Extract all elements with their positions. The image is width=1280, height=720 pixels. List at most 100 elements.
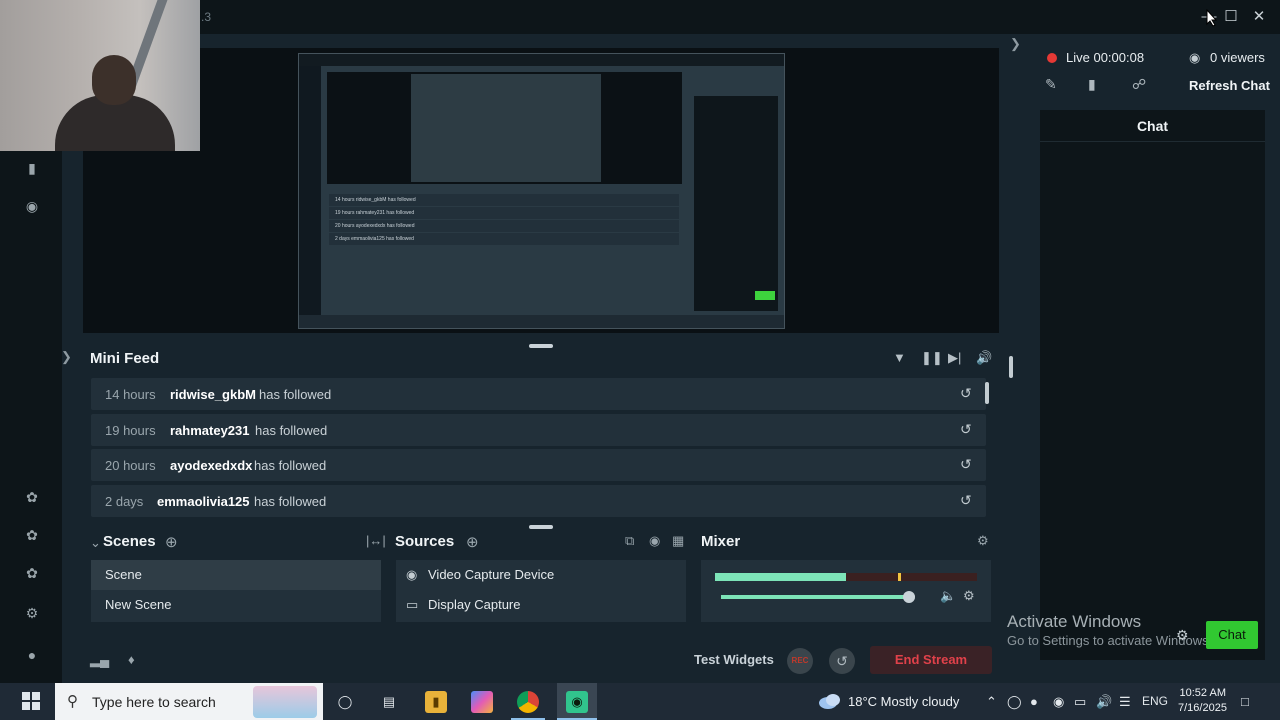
- speaker-icon[interactable]: 🔈: [940, 588, 956, 604]
- taskbar-search[interactable]: ⚲ Type here to search: [55, 683, 323, 720]
- scene-item[interactable]: New Scene: [91, 590, 381, 620]
- close-icon[interactable]: ✕: [1250, 8, 1268, 26]
- feed-time: 2 days: [105, 493, 144, 509]
- streamlabs-icon[interactable]: ◉: [566, 691, 588, 713]
- collapse-right-panel-icon[interactable]: ❯: [1010, 36, 1021, 52]
- cortana-icon[interactable]: ◯: [334, 691, 356, 713]
- mixer-panel: 🔈 ⚙: [701, 560, 991, 622]
- weather-cloud-icon: [819, 694, 840, 709]
- source-group-icon[interactable]: ⧉: [625, 533, 634, 549]
- notification-center-icon[interactable]: □: [1241, 694, 1249, 709]
- record-clip-icon[interactable]: ▮: [1088, 76, 1096, 93]
- feed-action: has followed: [254, 458, 327, 473]
- pause-icon[interactable]: ❚❚: [921, 350, 943, 366]
- add-scene-icon[interactable]: ⊕: [165, 533, 178, 551]
- wifi-icon[interactable]: ☰: [1119, 694, 1131, 710]
- feed-action: has followed: [255, 422, 328, 438]
- feed-list-scrollbar[interactable]: [985, 382, 989, 404]
- sources-panel: ◉ Video Capture Device ▭ Display Capture: [396, 560, 686, 622]
- themes-icon[interactable]: ◉: [22, 196, 42, 216]
- end-stream-button[interactable]: End Stream: [870, 646, 992, 674]
- bottom-dock: ⌄ Scenes ⊕ |↔| Sources ⊕ ⧉ ◉ ▦ Mixer ⚙ S…: [76, 528, 998, 638]
- scenes-panel: Scene New Scene: [91, 560, 381, 622]
- show-hidden-icons-icon[interactable]: ⌃: [986, 694, 997, 710]
- refresh-chat-button[interactable]: Refresh Chat: [1189, 78, 1270, 93]
- camera-tray-icon[interactable]: ◉: [1053, 694, 1064, 710]
- source-item[interactable]: ▭ Display Capture: [396, 590, 686, 620]
- volume-slider-knob[interactable]: [903, 591, 915, 603]
- mouse-cursor-icon: [1206, 9, 1218, 27]
- replay-buffer-button[interactable]: ↺: [829, 648, 855, 674]
- editor-icon[interactable]: ▮: [22, 158, 42, 178]
- live-timer: Live 00:00:08: [1066, 50, 1145, 65]
- folder-icon[interactable]: ▦: [672, 533, 684, 549]
- add-source-icon[interactable]: ⊕: [466, 533, 479, 551]
- notifications-bell-icon[interactable]: ♦: [128, 652, 135, 667]
- chrome-icon[interactable]: [517, 691, 539, 713]
- user-profile-icon[interactable]: ●: [22, 645, 42, 665]
- replay-icon[interactable]: ↺: [960, 421, 976, 437]
- windows-taskbar: ⚲ Type here to search ◯ ▤ ▮ ◉ 18°C Mostl…: [0, 683, 1280, 720]
- preview-chat: [694, 96, 778, 311]
- skip-icon[interactable]: ▶|: [948, 350, 961, 366]
- preview-nav: [299, 66, 321, 318]
- preview-feed-row: 2 days emmaolivia125 has followed: [329, 233, 679, 245]
- expand-feed-icon[interactable]: ❯: [61, 349, 72, 365]
- plugin-icon-1[interactable]: ✿: [22, 525, 42, 545]
- system-clock[interactable]: 10:52 AM 7/16/2025: [1178, 686, 1227, 716]
- windows-start-icon[interactable]: [22, 692, 40, 710]
- battery-icon[interactable]: ▭: [1074, 694, 1086, 710]
- sync-icon[interactable]: ◯: [1007, 694, 1022, 710]
- audio-peak-marker: [898, 573, 901, 581]
- bottom-status-bar: ▂▄ ♦ Test Widgets REC ↺ End Stream: [76, 644, 998, 676]
- replay-icon[interactable]: ↺: [960, 492, 976, 508]
- volume-slider-fill: [721, 595, 909, 599]
- speaker-tray-icon[interactable]: 🔊: [1096, 694, 1112, 710]
- scene-transition-icon[interactable]: |↔|: [366, 533, 386, 548]
- feed-action: has followed: [259, 387, 332, 402]
- filter-icon[interactable]: ▼: [893, 350, 906, 365]
- scene-item[interactable]: Scene: [91, 560, 381, 590]
- chat-settings-icon[interactable]: ⚙: [1176, 627, 1189, 644]
- preview-titlebar: [299, 54, 784, 66]
- search-icon: ⚲: [67, 693, 78, 710]
- live-indicator-icon: [1047, 53, 1057, 63]
- task-view-icon[interactable]: ▤: [378, 691, 400, 713]
- preview-feed-row: 19 hours rahmatey231 has followed: [329, 207, 679, 219]
- record-button[interactable]: REC: [787, 648, 813, 674]
- copilot-icon[interactable]: [471, 691, 493, 713]
- eye-icon: ◉: [1189, 50, 1201, 65]
- edit-stream-info-icon[interactable]: ✎: [1045, 76, 1057, 93]
- settings-gear-icon[interactable]: ⚙: [22, 603, 42, 623]
- replay-icon[interactable]: ↺: [960, 385, 976, 401]
- feed-user: ridwise_gkbM: [170, 387, 256, 402]
- chat-send-button[interactable]: Chat: [1206, 621, 1258, 649]
- replay-icon[interactable]: ↺: [960, 456, 976, 472]
- source-item[interactable]: ◉ Video Capture Device: [396, 560, 686, 590]
- performance-icon[interactable]: ▂▄: [90, 652, 109, 668]
- plugin-icon-2[interactable]: ✿: [22, 563, 42, 583]
- test-widgets-button[interactable]: Test Widgets: [694, 652, 774, 667]
- mixer-title: Mixer: [701, 533, 741, 550]
- feed-scrollbar[interactable]: [1009, 356, 1013, 378]
- file-explorer-icon[interactable]: ▮: [425, 691, 447, 713]
- source-label: Video Capture Device: [428, 567, 555, 582]
- language-indicator[interactable]: ENG: [1142, 694, 1168, 708]
- audio-settings-icon[interactable]: ⚙: [963, 588, 975, 604]
- search-placeholder: Type here to search: [92, 694, 216, 710]
- microphone-icon[interactable]: ●: [1030, 694, 1038, 709]
- source-properties-icon[interactable]: ◉: [649, 533, 660, 549]
- app-store-icon[interactable]: ✿: [22, 487, 42, 507]
- preview-nested-shot: [411, 74, 601, 182]
- feed-item: 2 days emmaolivia125 has followed ↺: [91, 484, 986, 517]
- preview-capture: 14 hours ridwise_gkbM has followed 19 ho…: [298, 53, 785, 329]
- webcam-person-head: [92, 55, 136, 105]
- weather-text[interactable]: 18°C Mostly cloudy: [848, 694, 959, 709]
- mixer-settings-icon[interactable]: ⚙: [977, 533, 989, 549]
- share-icon[interactable]: ☍: [1132, 76, 1146, 93]
- volume-icon[interactable]: 🔊: [976, 350, 992, 366]
- webcam-icon: ◉: [406, 567, 418, 582]
- maximize-icon[interactable]: ☐: [1222, 8, 1240, 26]
- chevron-down-icon[interactable]: ⌄: [90, 535, 101, 551]
- preview-chat-button: [755, 291, 775, 300]
